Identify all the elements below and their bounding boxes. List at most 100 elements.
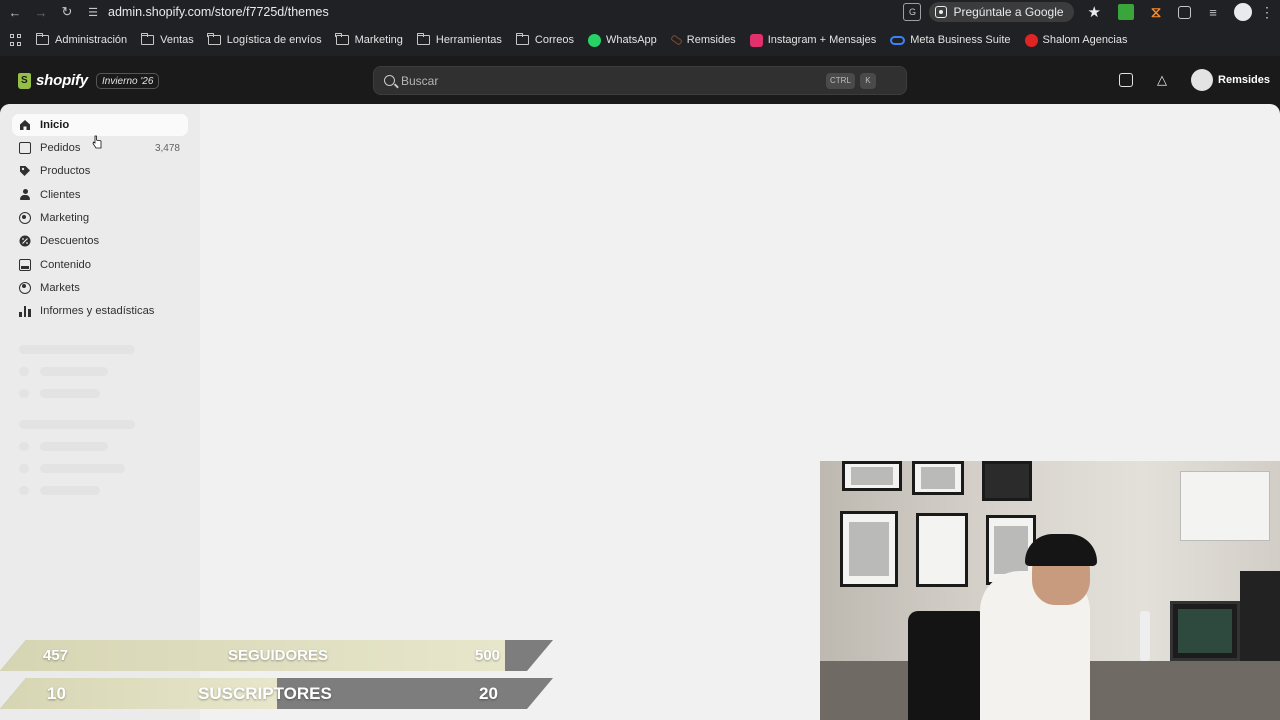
subscribers-current: 10 [47, 683, 66, 703]
subscribers-goal: 20 [479, 683, 498, 703]
tag-icon [19, 165, 31, 177]
sidebar-item-markets[interactable]: Markets [12, 277, 188, 299]
followers-label: SEGUIDORES [228, 647, 329, 664]
sidebar-item-informes[interactable]: Informes y estadísticas [12, 300, 188, 322]
store-switcher-icon[interactable] [1119, 73, 1134, 87]
bookmark-label: Shalom Agencias [1042, 34, 1128, 46]
shalom-icon [1024, 33, 1038, 47]
loading-skeleton [40, 486, 100, 495]
bookmark-star-icon[interactable]: ★ [1088, 3, 1101, 21]
google-lens-icon [935, 6, 948, 18]
monitor-screen [1178, 609, 1232, 653]
bookmark-folder-logistica[interactable]: Logística de envíos [207, 32, 322, 46]
sidebar-item-marketing[interactable]: Marketing [12, 207, 188, 229]
sidebar-item-label: Informes y estadísticas [40, 305, 155, 317]
back-arrow-icon[interactable]: ← [4, 2, 26, 22]
subscribers-goal-bar: 10 SUSCRIPTORES 20 [0, 678, 553, 709]
bookmark-label: Marketing [354, 34, 403, 46]
extension-hourglass-icon[interactable]: ⧖ [1148, 4, 1164, 21]
bookmark-folder-marketing[interactable]: Marketing [335, 32, 403, 46]
store-name[interactable]: Remsides [1218, 74, 1270, 86]
browser-menu-icon[interactable]: ⋮ [1260, 4, 1274, 21]
home-icon [19, 119, 31, 131]
bookmark-folder-herramientas[interactable]: Herramientas [416, 32, 502, 46]
chart-icon [19, 305, 31, 317]
sidebar-item-inicio[interactable]: Inicio [12, 114, 188, 136]
loading-skeleton [19, 420, 135, 429]
url-text[interactable]: admin.shopify.com/store/f7725d/themes [108, 5, 329, 19]
folder-icon [416, 32, 430, 45]
folder-icon [140, 32, 155, 45]
bookmark-label: Meta Business Suite [910, 34, 1011, 46]
poster-frame [912, 461, 964, 495]
loading-skeleton [40, 389, 100, 398]
search-bar[interactable]: CTRL K [373, 66, 907, 95]
bookmark-label: Logística de envíos [226, 34, 322, 46]
sidebar-item-descuentos[interactable]: Descuentos [12, 230, 188, 252]
address-bar[interactable]: ☰ admin.shopify.com/store/f7725d/themes [86, 2, 329, 22]
sidebar-item-label: Productos [40, 165, 91, 177]
sidebar-item-label: Contenido [40, 259, 92, 271]
shopify-topbar: shopify Invierno '26 CTRL K △ Remsides [0, 56, 1280, 104]
sidebar-item-contenido[interactable]: Contenido [12, 254, 188, 276]
sidebar-item-label: Marketing [40, 212, 90, 224]
office-chair [908, 611, 988, 720]
subscribers-label: SUSCRIPTORES [198, 683, 332, 703]
loading-skeleton [19, 367, 29, 376]
folder-icon [35, 32, 49, 45]
edition-badge[interactable]: Invierno '26 [96, 73, 160, 89]
followers-goal-bar: 457 SEGUIDORES 500 [0, 640, 553, 671]
bookmark-remsides[interactable]: Remsides [670, 34, 736, 46]
orders-icon [19, 142, 31, 154]
ask-google-label: Pregúntale a Google [953, 5, 1064, 19]
loading-skeleton [40, 464, 125, 473]
bookmark-label: Administración [55, 34, 128, 46]
bookmarks-bar: Administración Ventas Logística de envío… [0, 24, 1280, 56]
profile-avatar[interactable] [1234, 3, 1252, 21]
sidebar-item-label: Markets [40, 282, 80, 294]
sidebar-item-productos[interactable]: Productos [12, 160, 188, 182]
store-avatar[interactable] [1191, 69, 1214, 91]
loading-skeleton [19, 486, 29, 495]
sidebar-item-clientes[interactable]: Clientes [12, 184, 188, 206]
poster-frame [842, 461, 902, 491]
ask-google-button[interactable]: Pregúntale a Google [929, 2, 1074, 22]
reload-icon[interactable]: ↻ [56, 2, 78, 22]
sidebar: Inicio Pedidos 3,478 Productos Clientes … [0, 104, 200, 720]
desk-bottle [1140, 611, 1150, 661]
shopify-bag-icon [18, 72, 31, 89]
followers-current: 457 [43, 647, 69, 664]
bookmark-folder-correos[interactable]: Correos [515, 32, 575, 46]
shortcut-k-key: K [859, 72, 876, 89]
loading-skeleton [19, 345, 135, 354]
shortcut-ctrl-key: CTRL [826, 72, 855, 89]
shopify-logo[interactable]: shopify [18, 72, 88, 89]
bookmark-label: Ventas [160, 34, 194, 46]
site-settings-icon[interactable]: ☰ [86, 5, 100, 19]
content-icon [19, 259, 31, 271]
translate-icon[interactable]: G [903, 3, 922, 21]
poster-frame [840, 511, 898, 587]
apps-grid-icon[interactable] [10, 34, 22, 46]
bookmark-shalom[interactable]: Shalom Agencias [1024, 33, 1128, 47]
forward-arrow-icon[interactable]: → [30, 2, 52, 22]
poster-frame [916, 513, 968, 587]
reading-list-icon[interactable]: ≡ [1205, 4, 1221, 20]
loading-skeleton [19, 442, 29, 451]
bookmark-folder-administracion[interactable]: Administración [35, 32, 128, 46]
bookmark-meta-business[interactable]: Meta Business Suite [890, 34, 1011, 46]
bookmark-folder-ventas[interactable]: Ventas [140, 32, 194, 46]
webcam-overlay [820, 461, 1280, 720]
globe-icon [19, 282, 31, 294]
folder-icon [515, 32, 529, 45]
loading-skeleton [19, 464, 29, 473]
sidebar-item-label: Inicio [40, 119, 70, 131]
notifications-bell-icon[interactable]: △ [1155, 72, 1169, 87]
bookmark-whatsapp[interactable]: WhatsApp [588, 33, 657, 47]
extensions-puzzle-icon[interactable] [1178, 5, 1191, 19]
sidebar-item-label: Clientes [40, 189, 81, 201]
extension-green-icon[interactable] [1118, 4, 1134, 20]
bookmark-label: Correos [534, 34, 575, 46]
search-input[interactable] [401, 73, 821, 88]
bookmark-instagram[interactable]: Instagram + Mensajes [749, 33, 876, 47]
